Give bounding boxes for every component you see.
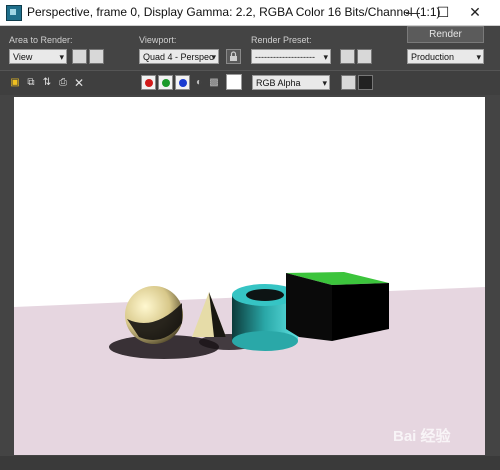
torus-hole (246, 289, 284, 301)
render-preset-label: Render Preset: (251, 35, 312, 45)
save-image-icon[interactable]: ▣ (9, 77, 21, 89)
render-frame-window: Perspective, frame 0, Display Gamma: 2.2… (0, 0, 500, 470)
torus-bottom (232, 331, 298, 351)
window-title: Perspective, frame 0, Display Gamma: 2.2… (27, 5, 441, 19)
red-channel-icon[interactable] (141, 75, 156, 90)
frame-buffer-toolbar: ▣ ⧉ ⇅ ⎙ ✕ ◐ ▩ RGB Alpha ▾ (0, 70, 500, 95)
title-bar: Perspective, frame 0, Display Gamma: 2.2… (0, 0, 500, 26)
status-strip (0, 456, 500, 470)
rendered-image (14, 97, 485, 455)
color-swatch-icon[interactable] (226, 74, 242, 90)
environment-icon[interactable] (357, 49, 372, 64)
render-preset-dropdown[interactable]: -------------------- ▾ (251, 49, 331, 64)
production-dropdown[interactable]: Production ▾ (407, 49, 484, 64)
production-value: Production (411, 52, 455, 62)
chevron-down-icon: ▾ (323, 52, 328, 62)
box-left-face (286, 273, 332, 341)
chevron-down-icon: ▾ (476, 52, 481, 62)
app-icon (6, 5, 22, 21)
viewport-value: Quad 4 - Perspec (143, 52, 214, 62)
viewport-dropdown[interactable]: Quad 4 - Perspec ▾ (139, 49, 219, 64)
display-toggle-icon[interactable] (341, 75, 356, 90)
channel-display-dropdown[interactable]: RGB Alpha ▾ (252, 75, 330, 90)
clear-icon[interactable]: ✕ (73, 77, 85, 89)
watermark-logo: Bai 经验 (393, 428, 451, 445)
clone-window-icon[interactable]: ⧉ (25, 77, 37, 89)
viewport-label: Viewport: (139, 35, 177, 45)
channel-display-value: RGB Alpha (256, 78, 301, 88)
area-to-render-value: View (13, 52, 33, 62)
minimize-button[interactable]: — (396, 0, 430, 25)
green-channel-icon[interactable] (158, 75, 173, 90)
close-button[interactable]: ✕ (458, 0, 492, 25)
frame-buffer-icon[interactable] (358, 75, 373, 90)
render-scene (14, 272, 485, 455)
alpha-channel-icon[interactable]: ◐ (193, 77, 205, 89)
area-to-render-label: Area to Render: (9, 35, 73, 45)
blue-channel-icon[interactable] (175, 75, 190, 90)
render-setup-icon[interactable] (340, 49, 355, 64)
render-button[interactable]: Render (407, 26, 484, 43)
red-dot (145, 79, 153, 87)
copy-image-icon[interactable]: ⇅ (41, 77, 53, 89)
area-to-render-dropdown[interactable]: View ▾ (9, 49, 67, 64)
chevron-down-icon: ▾ (322, 78, 327, 88)
maximize-button[interactable]: ☐ (426, 0, 460, 25)
chevron-down-icon: ▾ (59, 52, 64, 62)
render-controls: Area to Render: View ▾ Viewport: Quad 4 … (0, 26, 500, 70)
edit-region-button[interactable] (72, 49, 87, 64)
chevron-down-icon: ▾ (211, 52, 216, 62)
lock-icon[interactable] (226, 49, 241, 64)
green-dot (162, 79, 170, 87)
print-icon[interactable]: ⎙ (57, 77, 69, 89)
blue-dot (179, 79, 187, 87)
render-preset-value: -------------------- (255, 52, 315, 62)
mono-icon[interactable]: ▩ (208, 77, 220, 89)
auto-region-button[interactable] (89, 49, 104, 64)
